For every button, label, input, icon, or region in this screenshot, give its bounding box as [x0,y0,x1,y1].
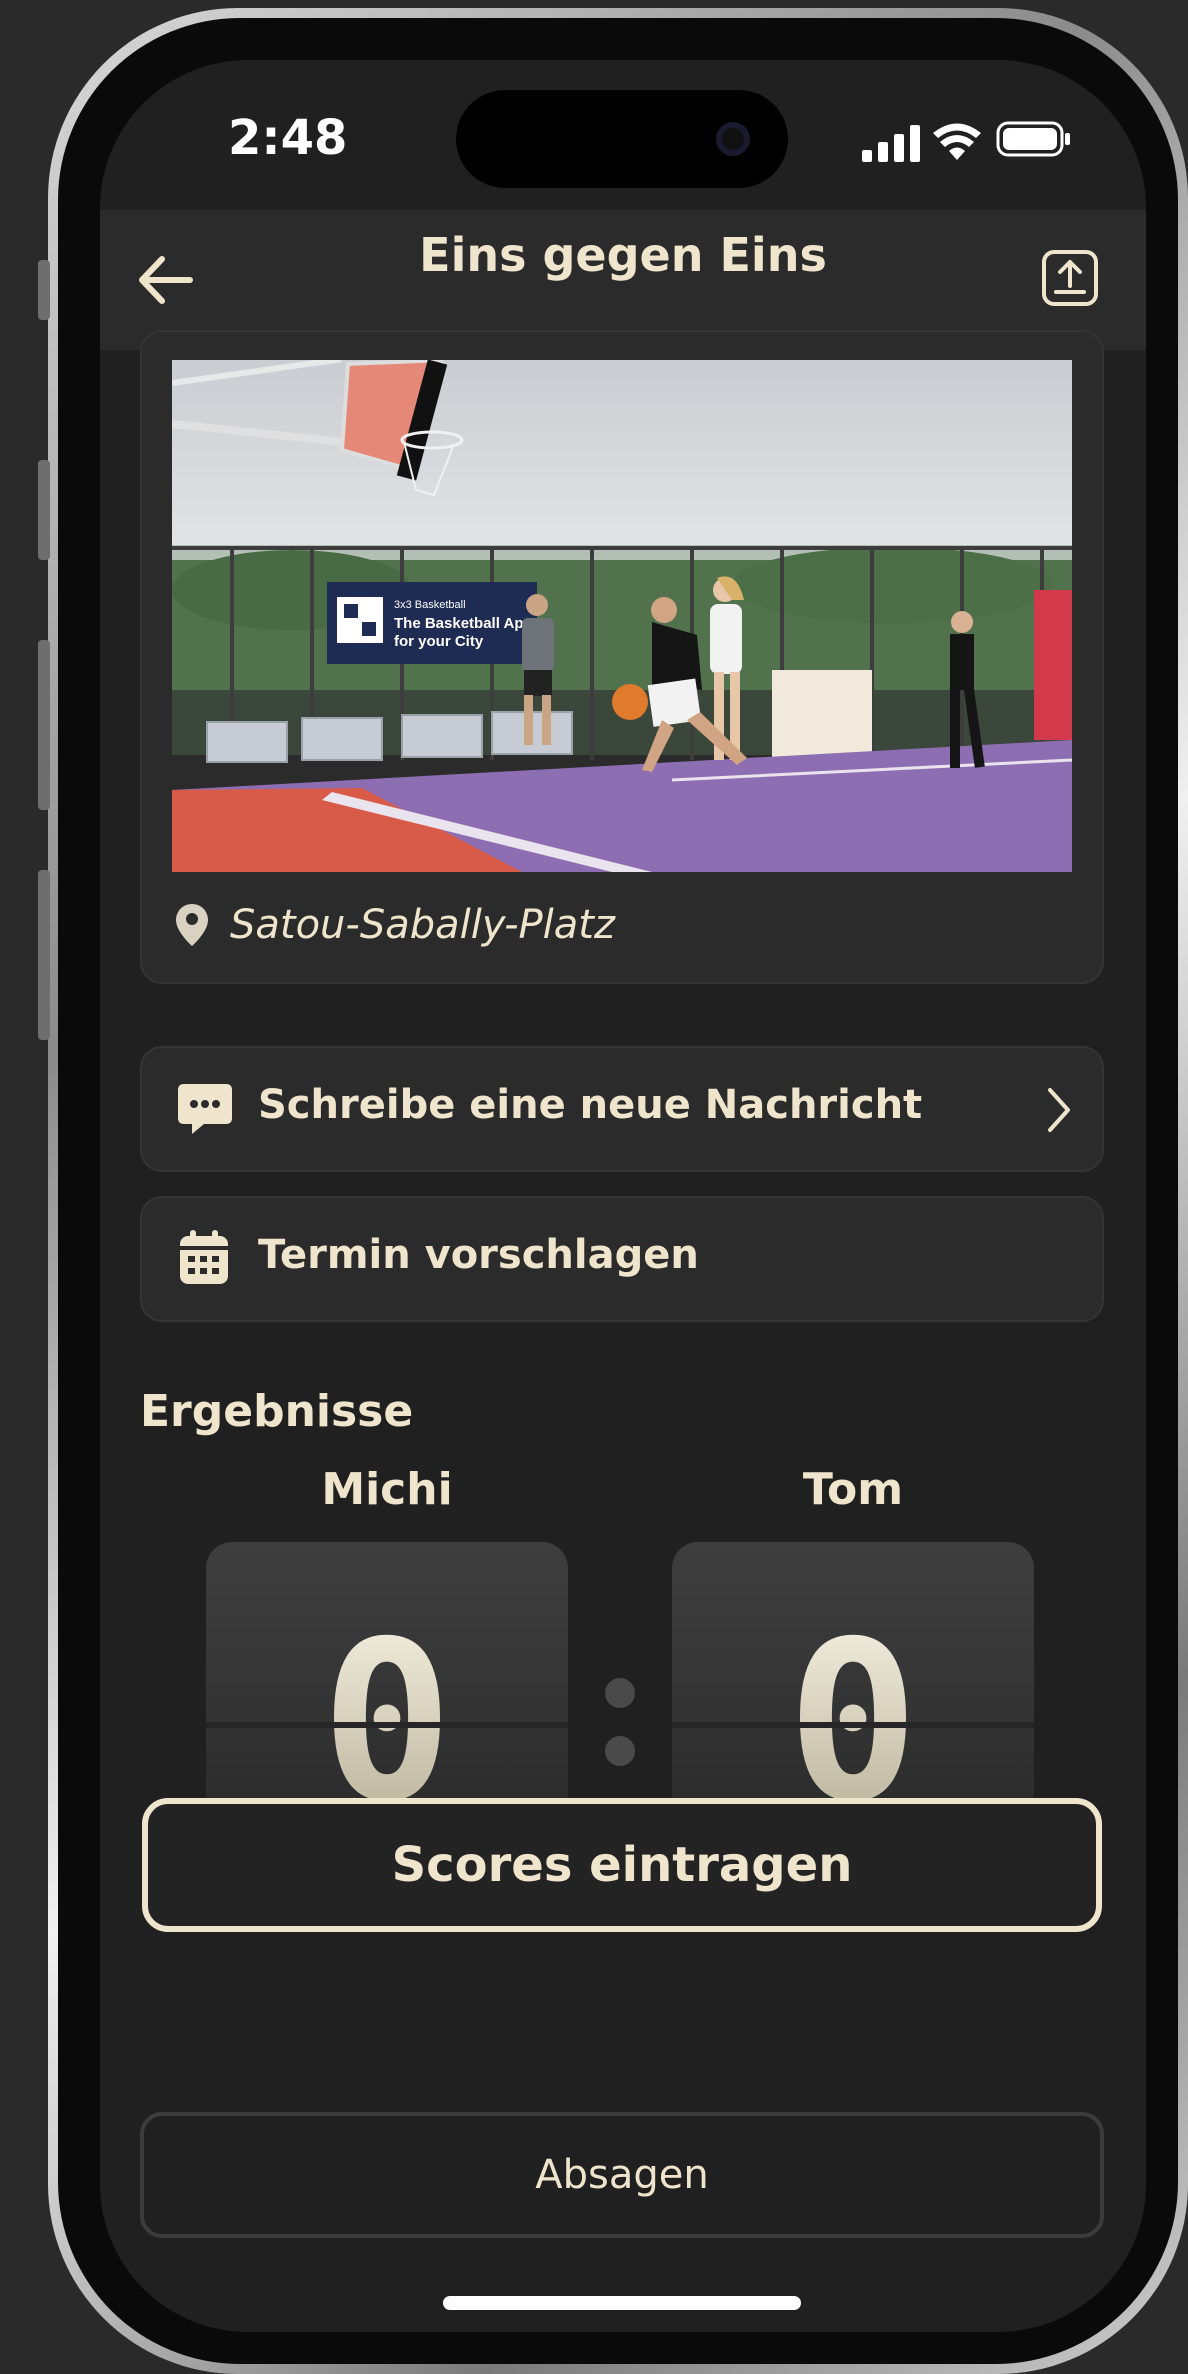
player2-score: 0 [672,1612,1034,1812]
flip-divider [206,1722,568,1728]
flip-divider [672,1722,1034,1728]
chat-bubble-icon [178,1084,232,1134]
signal-icon [862,125,920,162]
score-separator-dot-top [605,1678,635,1708]
cancel-button[interactable]: Absagen [140,2112,1104,2238]
wifi-icon [933,123,981,160]
calendar-icon [180,1230,228,1284]
propose-appointment-label: Termin vorschlagen [258,1232,699,1278]
court-photo: 3x3 Basketball The Basketball App for yo… [172,360,1072,872]
home-indicator[interactable] [443,2296,801,2310]
enter-scores-label: Scores eintragen [391,1837,853,1893]
status-time: 2:48 [228,110,348,166]
battery-icon [996,121,1070,157]
share-icon[interactable] [1040,248,1100,308]
volume-button [38,870,50,1040]
screen: 2:48 Eins gegen Eins 3x3 Basketball The … [100,60,1146,2332]
player1-score-card: 0 [206,1542,568,1812]
page-title: Eins gegen Eins [419,228,827,282]
player1-name: Michi [321,1464,453,1515]
player2-name: Tom [802,1464,904,1515]
banner-line-1: The Basketball App [394,615,533,632]
mute-switch [38,260,50,320]
location-pin-icon [176,904,208,946]
player1-score: 0 [206,1612,568,1812]
results-heading: Ergebnisse [140,1386,414,1437]
enter-scores-button[interactable]: Scores eintragen [142,1798,1102,1932]
location-name[interactable]: Satou-Sabally-Platz [230,902,615,948]
player2-score-card: 0 [672,1542,1034,1812]
camera-icon [716,122,750,156]
score-separator-dot-bottom [605,1736,635,1766]
volume-down-button [38,640,50,810]
court-illustration: 3x3 Basketball The Basketball App for yo… [172,360,1072,872]
banner-line-2: for your City [394,633,484,650]
new-message-label: Schreibe eine neue Nachricht [258,1082,923,1128]
banner-brand-text: 3x3 Basketball [394,599,466,611]
chevron-right-icon [1048,1088,1070,1132]
cancel-label: Absagen [535,2152,709,2198]
volume-up-button [38,460,50,560]
